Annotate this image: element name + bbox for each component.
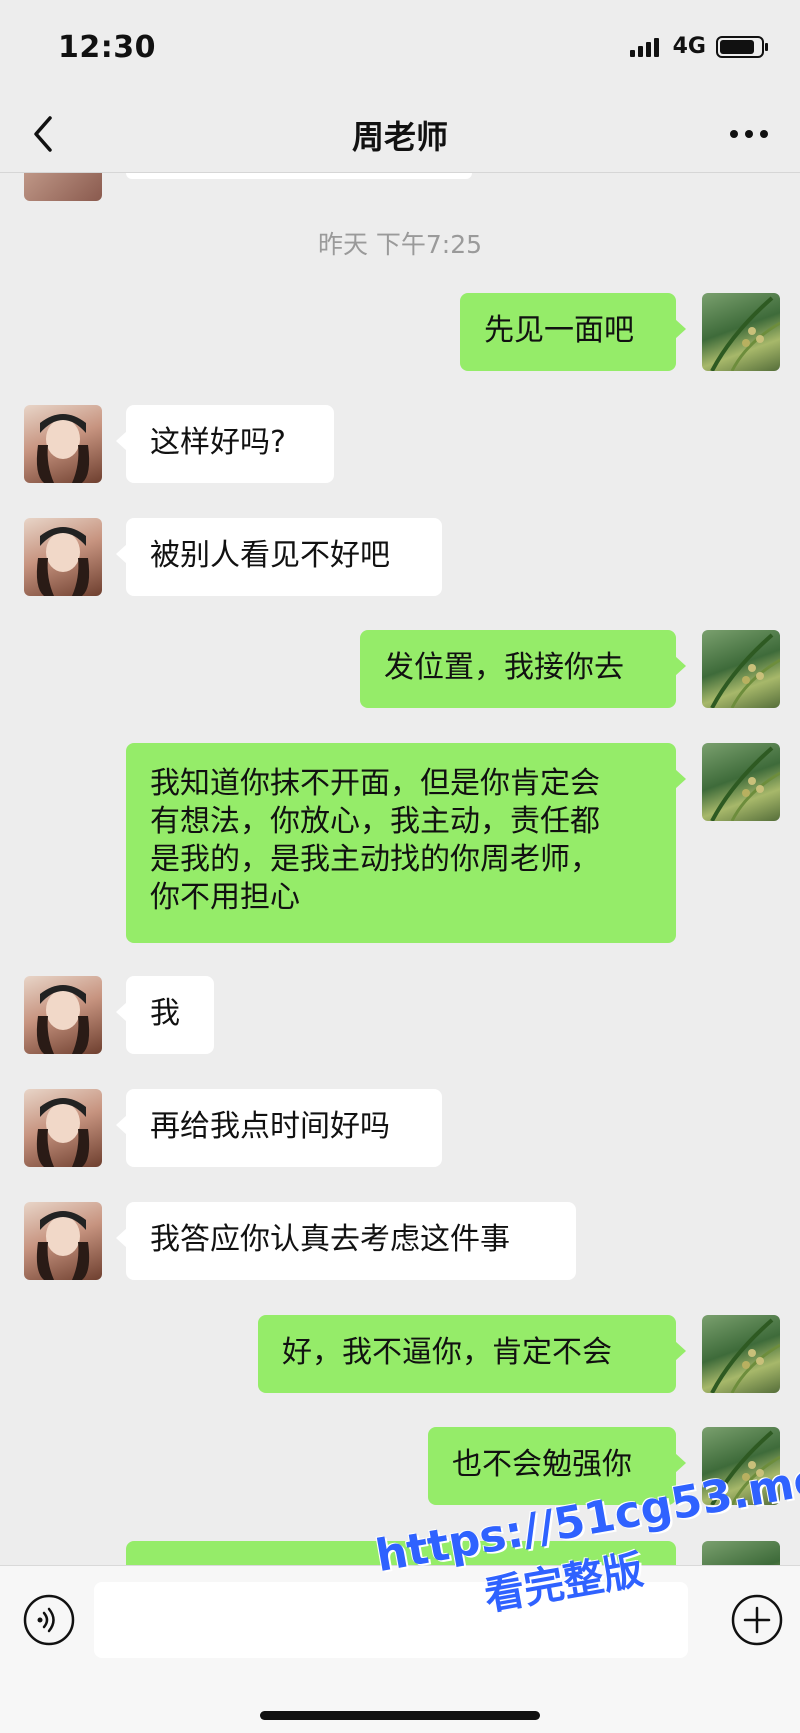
my-avatar[interactable]	[702, 630, 780, 708]
bubble-tail	[675, 1453, 686, 1473]
peer-avatar[interactable]	[24, 405, 102, 483]
status-bar: 12:30 4G	[0, 0, 800, 96]
message-bubble	[126, 173, 472, 179]
message-text: 先见一面吧	[484, 313, 634, 348]
message-text: 也不会勉强你	[452, 1447, 632, 1482]
message-line: 是我的，是我主动找的你周老师，	[150, 842, 600, 877]
my-avatar[interactable]	[702, 293, 780, 371]
bubble-tail	[675, 319, 686, 339]
voice-icon[interactable]	[22, 1593, 76, 1647]
peer-avatar[interactable]	[24, 518, 102, 596]
bubble-tail	[116, 1002, 127, 1022]
portrait-icon	[36, 1211, 90, 1280]
rice-plant-icon	[710, 296, 780, 371]
rice-plant-icon	[710, 746, 780, 821]
bubble-tail	[675, 656, 686, 676]
bubble-tail	[116, 431, 127, 451]
network-type: 4G	[672, 34, 706, 59]
message-bubble[interactable]: 我	[116, 976, 214, 1054]
message-text: 发位置，我接你去	[384, 650, 624, 685]
more-icon[interactable]	[726, 116, 772, 152]
message-text: 被别人看见不好吧	[150, 538, 390, 573]
chat-area[interactable]: 昨天 下午7:25 先见一面吧 这样好吗? 被别人看见不好吧 发位置，我接你去 …	[0, 173, 800, 1565]
portrait-icon	[36, 527, 90, 596]
bubble-tail	[675, 769, 686, 789]
plus-icon[interactable]	[730, 1593, 784, 1647]
chat-title: 周老师	[351, 118, 448, 156]
my-avatar[interactable]	[702, 1315, 780, 1393]
message-bubble[interactable]: 好，我不逼你，肯定不会	[258, 1315, 686, 1393]
message-line: 有想法，你放心，我主动，责任都	[150, 804, 600, 839]
portrait-icon	[36, 1098, 90, 1167]
message-text: 再给我点时间好吗	[150, 1109, 390, 1144]
chat-header: 周老师	[0, 96, 800, 173]
message-bubble[interactable]: 我答应你认真去考虑这件事	[116, 1202, 576, 1280]
portrait-icon	[36, 414, 90, 483]
portrait-icon	[36, 985, 90, 1054]
signal-icon	[629, 37, 659, 57]
bubble-tail	[116, 1228, 127, 1248]
avatar	[24, 173, 102, 201]
status-time: 12:30	[58, 30, 156, 65]
home-indicator	[260, 1711, 540, 1720]
rice-plant-icon	[710, 1318, 780, 1393]
bubble-tail	[116, 544, 127, 564]
message-text: 我	[150, 996, 180, 1031]
bubble-tail	[675, 1341, 686, 1361]
message-bubble[interactable]: 再给我点时间好吗	[116, 1089, 442, 1167]
battery-icon	[716, 35, 768, 58]
message-text: 我答应你认真去考虑这件事	[150, 1222, 510, 1257]
timestamp: 昨天 下午7:25	[317, 230, 483, 259]
status-indicators: 4G	[629, 34, 770, 59]
message-bubble[interactable]: 发位置，我接你去	[360, 630, 686, 708]
peer-avatar[interactable]	[24, 1089, 102, 1167]
bubble-tail	[116, 1115, 127, 1135]
message-line: 我知道你抹不开面，但是你肯定会	[150, 766, 600, 801]
peer-avatar[interactable]	[24, 1202, 102, 1280]
message-text: 好，我不逼你，肯定不会	[282, 1335, 612, 1370]
peer-avatar[interactable]	[24, 976, 102, 1054]
message-line: 你不用担心	[150, 880, 300, 915]
message-bubble[interactable]: 这样好吗?	[116, 405, 334, 483]
message-bubble[interactable]: 我知道你抹不开面，但是你肯定会 有想法，你放心，我主动，责任都 是我的，是我主动…	[126, 743, 686, 943]
my-avatar[interactable]	[702, 743, 780, 821]
message-text: 这样好吗?	[150, 425, 286, 460]
message-bubble[interactable]: 被别人看见不好吧	[116, 518, 442, 596]
message-bubble[interactable]: 先见一面吧	[460, 293, 686, 371]
rice-plant-icon	[710, 633, 780, 708]
